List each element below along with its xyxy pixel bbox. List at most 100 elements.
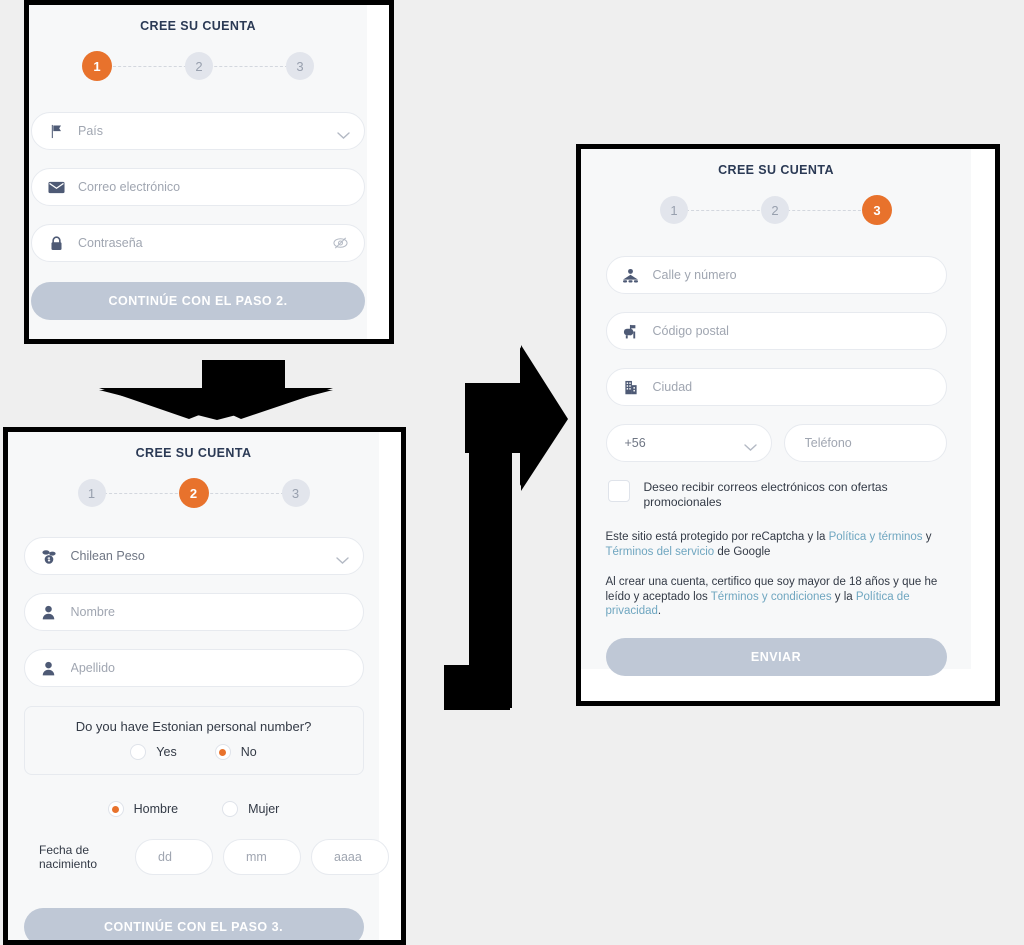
continue-step2-button[interactable]: CONTINÚE CON EL PASO 2.	[31, 282, 365, 320]
terms-notice: Al crear una cuenta, certifico que soy m…	[606, 575, 947, 619]
recaptcha-policy-link[interactable]: Política y términos	[829, 531, 923, 543]
currency-value: Chilean Peso	[70, 549, 145, 563]
chevron-down-icon	[743, 439, 757, 457]
down-arrow	[97, 360, 335, 422]
gender-group: Hombre Mujer	[8, 801, 379, 817]
page-title-step1: CREE SU CUENTA	[140, 19, 256, 33]
building-icon	[621, 378, 641, 396]
country-placeholder: País	[78, 124, 104, 138]
email-placeholder: Correo electrónico	[78, 180, 181, 194]
stepper-step-2[interactable]: 2	[185, 52, 213, 80]
recaptcha-text-3: de Google	[714, 545, 771, 558]
estonian-option-no[interactable]: No	[214, 744, 257, 760]
user-icon	[39, 659, 59, 677]
promo-checkbox[interactable]	[607, 480, 630, 502]
radio-yes-icon[interactable]	[130, 744, 147, 760]
estonian-number-options: Yes No	[25, 744, 363, 760]
firstname-placeholder: Nombre	[70, 605, 115, 619]
gender-male-label: Hombre	[133, 802, 179, 816]
gender-option-male[interactable]: Hombre	[107, 801, 179, 817]
street-field[interactable]: Calle y número	[605, 256, 947, 294]
page-title-step2: CREE SU CUENTA	[135, 446, 252, 460]
firstname-field[interactable]: Nombre	[23, 593, 364, 631]
estonian-number-group: Do you have Estonian personal number? Ye…	[23, 706, 364, 775]
dob-row: Fecha de nacimiento dd mm aaaa	[39, 839, 399, 875]
lock-icon	[46, 234, 66, 252]
continue-step3-button[interactable]: CONTINÚE CON EL PASO 3.	[23, 908, 364, 940]
stepper-step2: 1 2 3	[77, 478, 310, 508]
user-icon	[39, 603, 59, 621]
stepper-step1: 1 2 3	[82, 51, 314, 81]
recaptcha-text-1: Este sitio está protegido por reCaptcha …	[605, 531, 829, 543]
password-field[interactable]: Contraseña	[31, 224, 365, 262]
step3-card: CREE SU CUENTA 1 2 3 Calle y número Códi…	[581, 149, 971, 676]
dob-label-line2: nacimiento	[39, 857, 98, 871]
stepper-step-2[interactable]: 2	[178, 478, 209, 508]
phone-country-code-select[interactable]: +56	[605, 424, 772, 462]
terms-text-3: .	[657, 605, 662, 617]
stepper-step3: 1 2 3	[660, 195, 892, 225]
step1-card: CREE SU CUENTA 1 2 3 País Correo electró…	[29, 5, 367, 339]
mailbox-icon	[621, 322, 641, 340]
dob-label: Fecha de nacimiento	[39, 843, 113, 871]
stepper-step-3[interactable]: 3	[862, 195, 892, 225]
stepper-step-1[interactable]: 1	[82, 51, 112, 81]
estonian-option-yes[interactable]: Yes	[130, 744, 177, 760]
dob-day-placeholder: dd	[158, 850, 172, 864]
country-select[interactable]: País	[31, 112, 365, 150]
recaptcha-notice: Este sitio está protegido por reCaptcha …	[606, 530, 947, 559]
phone-country-code-value: +56	[624, 436, 646, 450]
postalcode-placeholder: Código postal	[652, 324, 729, 338]
lastname-field[interactable]: Apellido	[23, 649, 364, 687]
envelope-icon	[46, 178, 66, 196]
gender-option-female[interactable]: Mujer	[222, 801, 279, 817]
lastname-placeholder: Apellido	[70, 661, 115, 675]
chevron-down-icon	[337, 127, 350, 145]
phone-number-field[interactable]: Teléfono	[783, 424, 947, 462]
recaptcha-terms-link[interactable]: Términos del servicio	[606, 546, 715, 558]
password-placeholder: Contraseña	[78, 236, 143, 250]
email-field[interactable]: Correo electrónico	[31, 168, 365, 206]
screenshot-root: CREE SU CUENTA 1 2 3 País Correo electró…	[0, 0, 1024, 945]
coins-icon	[39, 547, 59, 565]
stepper-step-2[interactable]: 2	[761, 196, 789, 224]
stepper-step-3[interactable]: 3	[286, 52, 314, 80]
stepper-step-1[interactable]: 1	[660, 196, 688, 224]
page-title-step3: CREE SU CUENTA	[718, 163, 834, 177]
stepper-step-3[interactable]: 3	[281, 479, 310, 507]
gender-female-label: Mujer	[248, 802, 280, 816]
terms-text-2: y la	[831, 590, 856, 603]
estonian-no-label: No	[240, 745, 257, 759]
dob-label-line1: Fecha de	[39, 843, 90, 857]
radio-male-icon[interactable]	[107, 801, 124, 817]
dob-year-placeholder: aaaa	[334, 850, 362, 864]
radio-female-icon[interactable]	[222, 801, 239, 817]
bent-right-arrow	[436, 345, 576, 710]
phone-placeholder: Teléfono	[804, 436, 852, 450]
estonian-number-question: Do you have Estonian personal number?	[75, 719, 312, 734]
promo-checkbox-row[interactable]: Deseo recibir correos electrónicos con o…	[606, 480, 947, 510]
city-placeholder: Ciudad	[652, 380, 693, 394]
street-placeholder: Calle y número	[652, 268, 737, 282]
dob-year-input[interactable]: aaaa	[311, 839, 389, 875]
radio-no-icon[interactable]	[214, 744, 231, 760]
terms-conditions-link[interactable]: Términos y condiciones	[711, 591, 832, 603]
phone-row: +56 Teléfono	[605, 424, 947, 462]
dob-day-input[interactable]: dd	[135, 839, 213, 875]
flag-icon	[46, 122, 66, 140]
promo-checkbox-label: Deseo recibir correos electrónicos con o…	[643, 480, 888, 509]
dob-month-placeholder: mm	[246, 850, 267, 864]
city-field[interactable]: Ciudad	[605, 368, 947, 406]
currency-select[interactable]: Chilean Peso	[23, 537, 364, 575]
step2-card: CREE SU CUENTA 1 2 3 Chilean Peso Nombre…	[8, 432, 389, 940]
toggle-password-visibility-icon[interactable]	[333, 236, 348, 255]
address-icon	[621, 266, 641, 284]
signup-step1-panel: CREE SU CUENTA 1 2 3 País Correo electró…	[24, 0, 394, 344]
signup-step2-panel: CREE SU CUENTA 1 2 3 Chilean Peso Nombre…	[3, 427, 406, 945]
submit-button[interactable]: ENVIAR	[605, 637, 947, 676]
signup-step3-panel: CREE SU CUENTA 1 2 3 Calle y número Códi…	[576, 144, 1000, 706]
recaptcha-text-2: y	[922, 531, 932, 543]
postalcode-field[interactable]: Código postal	[605, 312, 947, 350]
dob-month-input[interactable]: mm	[223, 839, 301, 875]
stepper-step-1[interactable]: 1	[77, 479, 106, 507]
